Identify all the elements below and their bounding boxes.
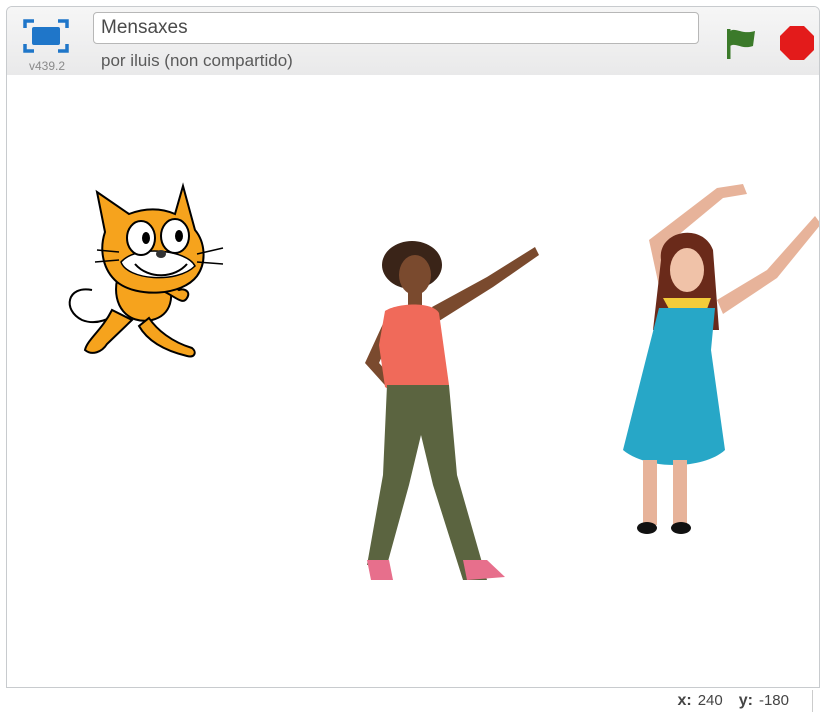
- project-byline: por iluis (non compartido): [101, 51, 293, 70]
- green-flag-button[interactable]: [720, 23, 760, 63]
- dancer-red-top[interactable]: [337, 235, 547, 580]
- dancer-blue-dress[interactable]: [607, 180, 820, 540]
- version-label: v439.2: [29, 59, 66, 73]
- x-value: 240: [697, 692, 723, 709]
- fullscreen-button[interactable]: [21, 17, 71, 55]
- fullscreen-icon: [23, 19, 69, 53]
- coords-divider: [812, 690, 813, 712]
- y-value: -180: [758, 692, 789, 709]
- stop-icon: [780, 26, 814, 60]
- project-title-input[interactable]: [93, 12, 699, 44]
- stage[interactable]: [7, 75, 820, 687]
- mouse-coordinates: x: 240 y: -180: [677, 692, 799, 710]
- x-label: x:: [677, 692, 692, 709]
- cat-sprite[interactable]: [57, 180, 227, 365]
- green-flag-icon: [727, 29, 755, 59]
- stop-button[interactable]: [777, 23, 817, 63]
- y-label: y:: [738, 692, 753, 709]
- player-frame: v439.2 por iluis (non compartido): [6, 6, 820, 688]
- player-topbar: v439.2 por iluis (non compartido): [7, 7, 819, 76]
